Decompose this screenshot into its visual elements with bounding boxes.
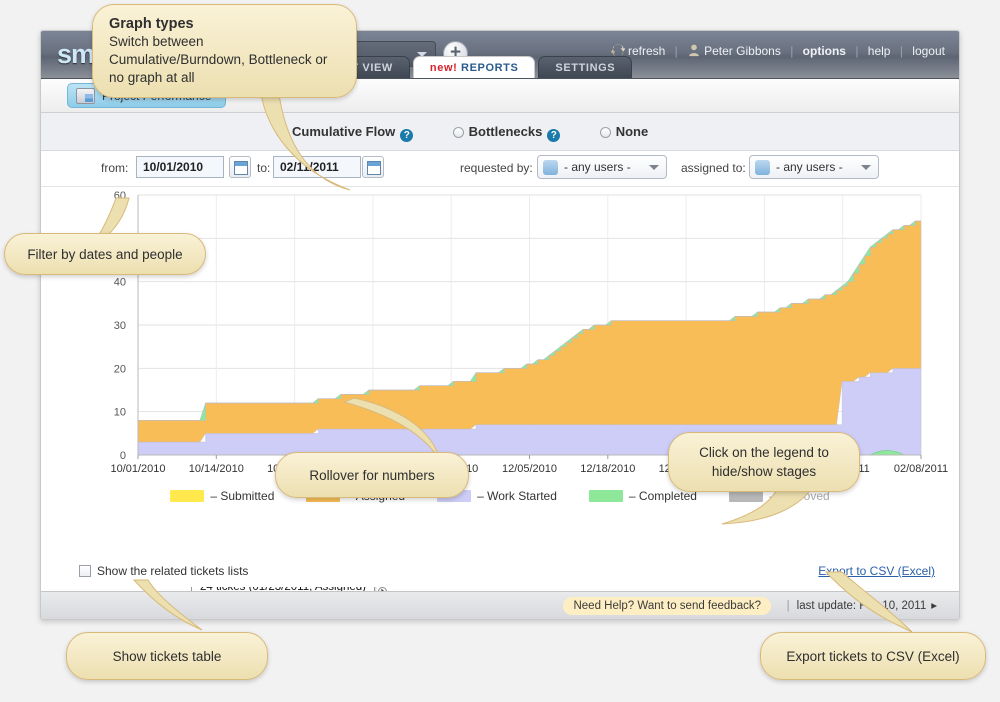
graph-type-bottlenecks[interactable]: Bottlenecks? bbox=[453, 113, 561, 151]
legend-swatch-icon bbox=[170, 490, 204, 502]
username-link[interactable]: Peter Gibbons bbox=[704, 44, 781, 58]
show-related-tickets-label: Show the related tickets lists bbox=[97, 564, 248, 578]
status-arrow-icon: ▸ bbox=[931, 600, 937, 612]
menu-separator: | bbox=[900, 44, 903, 58]
legend-label: – Submitted bbox=[210, 489, 274, 503]
options-link[interactable]: options bbox=[803, 44, 846, 58]
assigned-to-value: - any users - bbox=[776, 160, 843, 174]
callout-export-csv: Export tickets to CSV (Excel) bbox=[760, 632, 986, 680]
logout-link[interactable]: logout bbox=[912, 44, 945, 58]
refresh-icon bbox=[611, 43, 625, 57]
callout-body: Switch between Cumulative/Burndown, Bott… bbox=[109, 33, 340, 87]
user-menu: refresh | Peter Gibbons | options | help… bbox=[611, 41, 945, 61]
graph-type-selector: Cumulative Flow? Bottlenecks? None bbox=[41, 113, 959, 151]
legend-label: – Work Started bbox=[477, 489, 557, 503]
graph-type-label: None bbox=[616, 124, 649, 139]
status-separator: | bbox=[787, 600, 790, 612]
y-axis-tick: 20 bbox=[114, 363, 126, 375]
chevron-down-icon bbox=[861, 165, 871, 170]
graph-type-none[interactable]: None bbox=[600, 113, 649, 151]
report-folder-icon bbox=[76, 88, 95, 104]
y-axis-tick: 0 bbox=[120, 450, 126, 462]
tab-label: REPORTS bbox=[461, 62, 518, 74]
graph-type-label: Bottlenecks bbox=[469, 124, 543, 139]
x-axis-tick: 02/08/2011 bbox=[894, 463, 948, 475]
x-axis-tick: 12/05/2010 bbox=[502, 463, 557, 475]
callout-filter-dates: Filter by dates and people bbox=[4, 233, 206, 275]
y-axis-tick: 30 bbox=[114, 320, 126, 332]
help-icon[interactable]: ? bbox=[547, 129, 560, 142]
radio-icon[interactable] bbox=[600, 127, 611, 138]
callout-tail-show-table bbox=[130, 578, 210, 638]
callout-body: Show tickets table bbox=[67, 633, 267, 681]
user-icon bbox=[687, 43, 701, 57]
legend-item-3[interactable]: – Completed bbox=[589, 489, 697, 503]
assigned-to-label: assigned to: bbox=[681, 161, 746, 175]
user-group-icon bbox=[543, 160, 558, 175]
requested-by-select[interactable]: - any users - bbox=[537, 155, 667, 179]
assigned-to-select[interactable]: - any users - bbox=[749, 155, 879, 179]
y-axis-tick: 10 bbox=[114, 407, 126, 419]
callout-body: Export tickets to CSV (Excel) bbox=[761, 633, 985, 681]
x-axis-tick: 10/14/2010 bbox=[189, 463, 244, 475]
callout-body: Filter by dates and people bbox=[5, 234, 205, 276]
callout-rollover: Rollover for numbers bbox=[275, 452, 469, 498]
tab-reports[interactable]: new! REPORTS bbox=[413, 56, 536, 78]
checkbox-icon[interactable] bbox=[79, 565, 91, 577]
requested-by-label: requested by: bbox=[460, 161, 533, 175]
radio-icon[interactable] bbox=[453, 127, 464, 138]
show-related-tickets-toggle[interactable]: Show the related tickets lists bbox=[79, 564, 248, 578]
x-axis-tick: 10/01/2010 bbox=[110, 463, 165, 475]
tab-new-badge: new! bbox=[430, 62, 457, 74]
callout-tail-graph-types bbox=[240, 85, 440, 210]
requested-by-value: - any users - bbox=[564, 160, 631, 174]
chevron-down-icon bbox=[649, 165, 659, 170]
user-group-icon bbox=[755, 160, 770, 175]
callout-tail-export bbox=[820, 570, 930, 638]
help-link[interactable]: help bbox=[868, 44, 891, 58]
tab-label: SETTINGS bbox=[555, 62, 615, 74]
x-axis-tick: 12/18/2010 bbox=[580, 463, 635, 475]
filter-bar: from: 10/01/2010 to: 02/11/2011 requeste… bbox=[41, 151, 959, 187]
callout-graph-types: Graph types Switch between Cumulative/Bu… bbox=[92, 4, 357, 98]
legend-item-0[interactable]: – Submitted bbox=[170, 489, 274, 503]
application-window: smart Search + refresh | Peter Gibbons |… bbox=[40, 30, 960, 620]
menu-separator: | bbox=[855, 44, 858, 58]
callout-title: Graph types bbox=[109, 15, 340, 33]
legend-swatch-icon bbox=[589, 490, 623, 502]
y-axis-tick: 40 bbox=[114, 277, 126, 289]
callout-legend-toggle: Click on the legend to hide/show stages bbox=[668, 432, 860, 492]
menu-separator: | bbox=[675, 44, 678, 58]
feedback-button[interactable]: Need Help? Want to send feedback? bbox=[563, 597, 771, 615]
from-label: from: bbox=[101, 161, 128, 175]
date-from-input[interactable]: 10/01/2010 bbox=[136, 156, 224, 178]
callout-body: Click on the legend to hide/show stages bbox=[681, 443, 847, 481]
menu-separator: | bbox=[790, 44, 793, 58]
callout-show-table: Show tickets table bbox=[66, 632, 268, 680]
callout-body: Rollover for numbers bbox=[276, 453, 468, 499]
tab-settings[interactable]: SETTINGS bbox=[538, 56, 632, 78]
